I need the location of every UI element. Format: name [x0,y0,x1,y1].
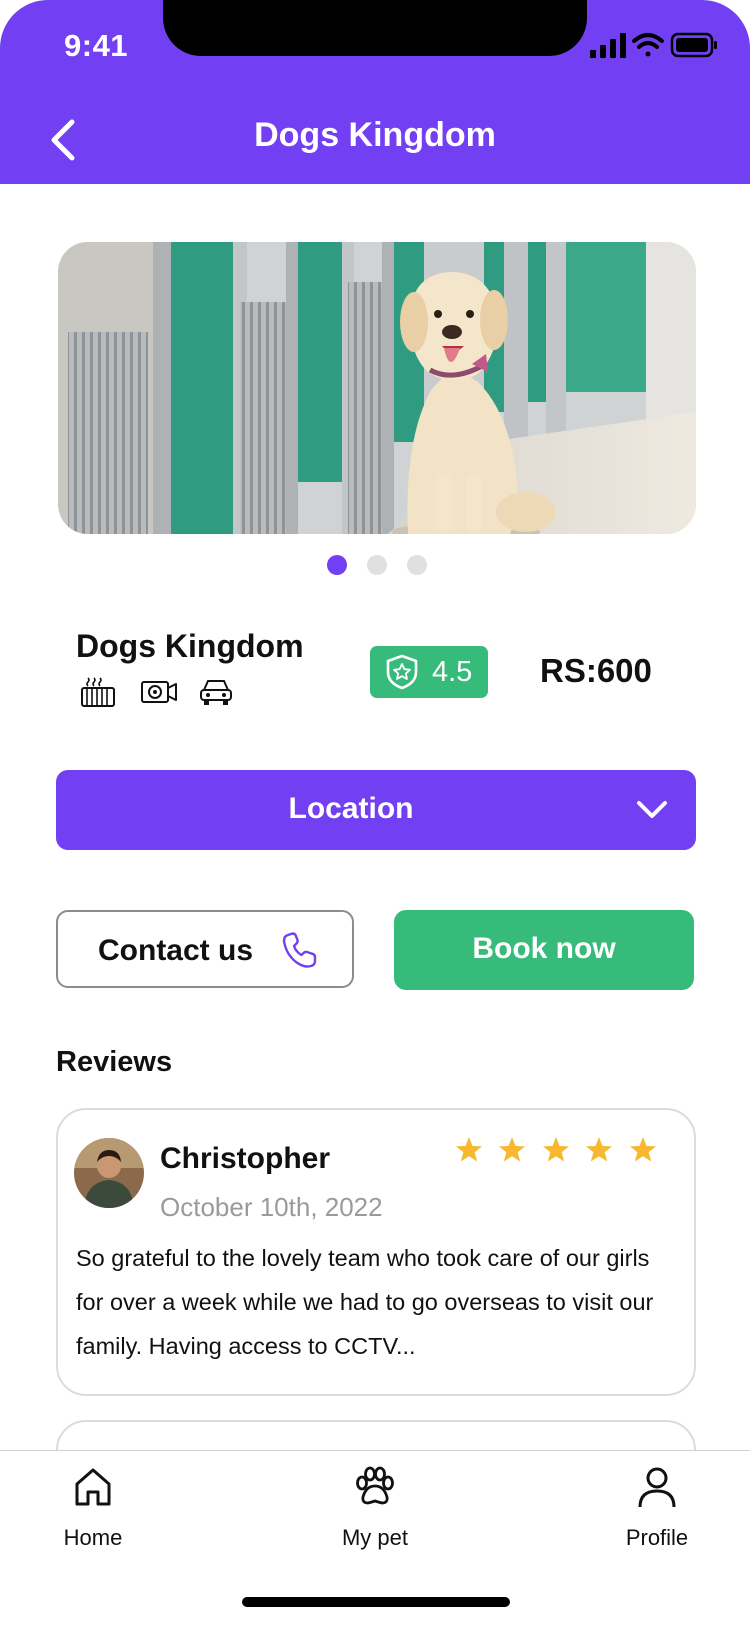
nav-home-label: Home [63,1525,123,1550]
place-name: Dogs Kingdom [76,628,304,664]
signal-icon [590,33,626,58]
star-icon [456,1137,482,1162]
home-icon [75,1468,111,1506]
page-title: Dogs Kingdom [254,116,496,154]
car-icon [200,680,232,705]
nav-my-pet-label: My pet [341,1525,409,1550]
kennel-dog-image [58,242,696,534]
nav-my-pet[interactable]: My pet [305,1465,445,1551]
avatar [74,1138,144,1208]
cctv-camera-icon [141,681,177,703]
heater-icon [81,677,115,707]
star-icon [630,1137,656,1162]
star-icon [499,1137,525,1162]
book-now-button[interactable]: Book now [394,910,694,990]
price-label: RS:600 [540,652,652,689]
reviewer-name: Christopher [160,1142,331,1175]
shield-star-icon [386,654,418,690]
carousel-dot[interactable] [407,555,427,575]
carousel-dot[interactable] [327,555,347,575]
nav-home[interactable]: Home [23,1465,163,1551]
home-indicator [242,1597,510,1607]
location-label: Location [288,792,414,825]
star-icon [586,1137,612,1162]
rating-badge: 4.5 [370,646,488,698]
rating-value: 4.5 [432,656,473,688]
star-icon [543,1137,569,1162]
reviews-heading: Reviews [56,1046,173,1078]
contact-us-button[interactable]: Contact us [56,910,354,988]
contact-us-label: Contact us [98,934,254,967]
review-text: So grateful to the lovely team who took … [76,1245,654,1359]
kennel-photo-carousel[interactable] [58,242,696,534]
star-rating [456,1137,656,1162]
device-notch [163,0,587,56]
user-icon [638,1467,676,1508]
carousel-pagination[interactable] [320,555,440,577]
wifi-icon [632,33,664,57]
battery-icon [670,32,717,58]
status-time: 9:41 [64,28,129,63]
review-date: October 10th, 2022 [160,1192,383,1222]
status-icons [590,32,717,58]
phone-icon [282,932,317,968]
location-dropdown[interactable]: Location [56,770,696,850]
book-now-label: Book now [472,932,616,965]
chevron-down-icon [637,801,667,818]
nav-profile-label: Profile [625,1525,689,1550]
nav-profile[interactable]: Profile [587,1465,727,1551]
paw-icon [356,1466,394,1505]
carousel-dot[interactable] [367,555,387,575]
